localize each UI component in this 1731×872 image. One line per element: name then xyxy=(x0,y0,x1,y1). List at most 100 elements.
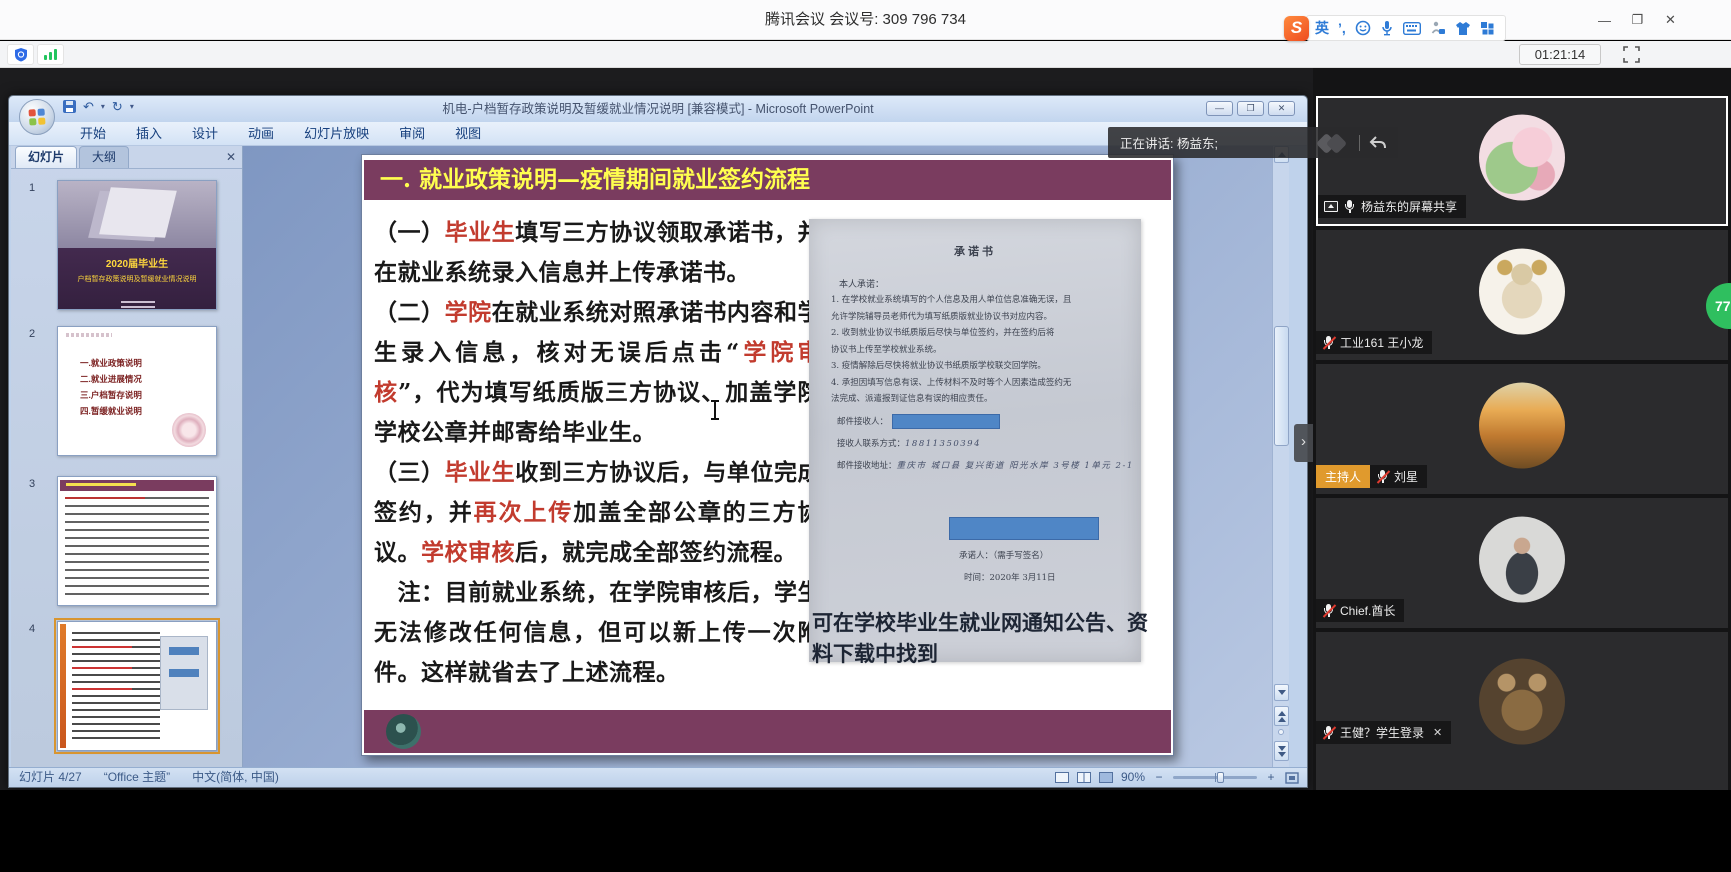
editor-canvas: 一. 就业政策说明—疫情期间就业签约流程 （一）毕业生填写三方协议领取承诺书，并… xyxy=(243,146,1289,769)
slide-body-textbox[interactable]: （一）毕业生填写三方协议领取承诺书，并在就业系统录入信息并上传承诺书。 （二）学… xyxy=(374,213,821,693)
tab-slides[interactable]: 幻灯片 xyxy=(15,146,77,168)
collapse-sidebar-button[interactable]: › xyxy=(1294,424,1313,462)
browse-dot-icon[interactable] xyxy=(1278,729,1284,735)
thumbnail-building-image xyxy=(58,181,216,248)
network-chip[interactable] xyxy=(37,44,64,65)
prev-slide-button[interactable] xyxy=(1274,706,1289,726)
participant-name: 杨益东的屏幕共享 xyxy=(1361,198,1457,215)
speaking-toast: 正在讲话: 杨益东; xyxy=(1108,127,1398,158)
slide-thumbnail-1[interactable]: 2020届毕业生 户档暂存政策说明及暂缓就业情况说明 xyxy=(57,180,217,310)
current-slide[interactable]: 一. 就业政策说明—疫情期间就业签约流程 （一）毕业生填写三方协议领取承诺书，并… xyxy=(361,154,1174,756)
ribbon-tab-insert[interactable]: 插入 xyxy=(121,122,177,145)
thumb4-accent-strip xyxy=(60,624,66,748)
thumb3-red-line xyxy=(65,497,145,499)
network-signal-icon xyxy=(44,49,57,60)
ime-keyboard-icon[interactable] xyxy=(1403,22,1421,35)
participant-tile-host[interactable]: 主持人 刘星 xyxy=(1316,364,1728,494)
editor-scrollbar[interactable] xyxy=(1272,146,1289,769)
zoom-slider-thumb[interactable] xyxy=(1217,772,1224,783)
ribbon-tab-home[interactable]: 开始 xyxy=(65,122,121,145)
ribbon-tab-review[interactable]: 审阅 xyxy=(384,122,440,145)
mic-muted-icon xyxy=(1322,726,1335,740)
thumb2-emblem-icon xyxy=(172,413,206,447)
minimize-button[interactable]: — xyxy=(1588,0,1621,40)
sogou-logo-icon[interactable]: S xyxy=(1284,16,1309,41)
close-button[interactable]: ✕ xyxy=(1654,0,1687,40)
ppt-titlebar: 机电-户档暂存政策说明及暂缓就业情况说明 [兼容模式] - Microsoft … xyxy=(9,96,1307,122)
zoom-out-button[interactable]: − xyxy=(1153,768,1165,787)
thumbnail-number: 2 xyxy=(29,328,35,340)
slide-note-textbox[interactable]: 可在学校毕业生就业网通知公告、资料下载中找到 xyxy=(812,607,1148,669)
scrollbar-thumb[interactable] xyxy=(1274,326,1289,446)
office-button[interactable] xyxy=(19,99,55,135)
toast-reply-icon[interactable] xyxy=(1368,135,1388,151)
view-slideshow-button[interactable] xyxy=(1099,772,1113,783)
ime-skin-icon[interactable] xyxy=(1455,21,1471,36)
next-slide-button[interactable] xyxy=(1274,741,1289,761)
ime-smiley-icon[interactable] xyxy=(1355,20,1371,36)
save-button[interactable] xyxy=(63,100,76,113)
slide-title-bar[interactable]: 一. 就业政策说明—疫情期间就业签约流程 xyxy=(364,160,1171,200)
participant-tile-sharing[interactable]: 杨益东的屏幕共享 xyxy=(1316,96,1728,226)
participant-tile[interactable]: 工业161 王小龙 xyxy=(1316,230,1728,360)
ime-mic-icon[interactable] xyxy=(1380,20,1394,36)
security-chip[interactable] xyxy=(7,44,34,65)
doc-line: 1. 在学校就业系统填写的个人信息及用人单位信息准确无误，且 xyxy=(831,292,1125,309)
zoom-level: 90% xyxy=(1121,768,1145,787)
window-controls: — ❐ ✕ xyxy=(1588,0,1687,40)
ppt-window-title: 机电-户档暂存政策说明及暂缓就业情况说明 [兼容模式] - Microsoft … xyxy=(442,96,873,122)
scrollbar-down-button[interactable] xyxy=(1274,684,1289,701)
slide-paragraph: （二）学院在就业系统对照承诺书内容和学生录入信息，核对无误后点击“学院审核”，代… xyxy=(374,293,821,453)
ime-pill[interactable]: 英 ’, xyxy=(1306,15,1506,41)
fullscreen-button[interactable] xyxy=(1622,45,1641,64)
ppt-restore-button[interactable]: ❐ xyxy=(1237,101,1264,116)
redaction-box xyxy=(892,414,1000,429)
ime-punct-icon[interactable]: ’, xyxy=(1338,20,1346,36)
undo-button[interactable]: ↶ xyxy=(83,100,94,113)
ime-toolbox-icon[interactable] xyxy=(1480,21,1495,36)
slide-paragraph: （一）毕业生填写三方协议领取承诺书，并在就业系统录入信息并上传承诺书。 xyxy=(374,213,821,293)
ime-handwriting-icon[interactable] xyxy=(1430,20,1446,36)
doc-date: 时间：2020年 3月11日 xyxy=(964,571,1056,583)
quick-access-more-button[interactable]: ▾ xyxy=(130,102,134,111)
fit-to-window-button[interactable] xyxy=(1285,772,1299,784)
zoom-in-button[interactable]: + xyxy=(1265,768,1277,787)
thumb2-agenda-item: 一.就业政策说明 xyxy=(80,355,142,371)
view-sorter-button[interactable] xyxy=(1077,772,1091,783)
thumbnail-list: 1 2020届毕业生 户档暂存政策说明及暂缓就业情况说明 2 一.就业政策说明二… xyxy=(11,169,242,769)
zoom-slider[interactable] xyxy=(1173,776,1257,779)
doc-line: 4. 承担因填写信息有误、上传材料不及时等个人因素造成签约无 xyxy=(831,375,1125,392)
close-icon[interactable]: ✕ xyxy=(1433,726,1442,739)
thumb3-text-lines xyxy=(65,497,209,597)
slide-thumbnail-4-selected[interactable] xyxy=(57,621,217,751)
ppt-minimize-button[interactable]: — xyxy=(1206,101,1233,116)
ribbon-tab-slideshow[interactable]: 幻灯片放映 xyxy=(289,122,384,145)
tab-outline[interactable]: 大纲 xyxy=(79,146,129,168)
slide-thumbnail-2[interactable]: 一.就业政策说明二.就业进展情况三.户档暂存说明四.暂缓就业说明 xyxy=(57,326,217,456)
view-normal-button[interactable] xyxy=(1055,772,1069,783)
doc-address-label: 邮件接收地址： xyxy=(837,461,897,471)
redo-button[interactable]: ↻ xyxy=(112,100,123,113)
participant-tile[interactable]: Chief.酋长 xyxy=(1316,498,1728,628)
thumb4-image xyxy=(160,636,208,710)
ribbon-tab-view[interactable]: 视图 xyxy=(440,122,496,145)
participant-name: 王健？学生登录 xyxy=(1340,724,1424,741)
commitment-letter-image[interactable]: 承诺书 本人承诺： 1. 在学校就业系统填写的个人信息及用人单位信息准确无误，且… xyxy=(809,219,1141,662)
thumb4-text-lines xyxy=(72,632,160,740)
ribbon-tab-design[interactable]: 设计 xyxy=(177,122,233,145)
ppt-close-button[interactable]: ✕ xyxy=(1268,101,1295,116)
ribbon-tab-animation[interactable]: 动画 xyxy=(233,122,289,145)
thumb1-title: 2020届毕业生 xyxy=(58,255,216,270)
ime-toolbar[interactable]: S 英 ’, xyxy=(1284,15,1506,41)
slide-thumbnail-3[interactable] xyxy=(57,476,217,606)
slide-footer-bar xyxy=(364,710,1171,753)
panel-close-button[interactable]: ✕ xyxy=(226,150,236,164)
language-indicator[interactable]: 中文(简体, 中国) xyxy=(192,768,279,787)
thumbnail-number: 4 xyxy=(29,623,35,635)
ime-lang-toggle[interactable]: 英 xyxy=(1315,18,1329,38)
meeting-toolbar: 01:21:14 xyxy=(0,41,1731,68)
undo-dropdown-icon[interactable]: ▾ xyxy=(101,102,105,111)
doc-recipient-label: 邮件接收人： xyxy=(837,417,888,427)
participant-tile[interactable]: 王健？学生登录 ✕ xyxy=(1316,632,1728,790)
maximize-button[interactable]: ❐ xyxy=(1621,0,1654,40)
